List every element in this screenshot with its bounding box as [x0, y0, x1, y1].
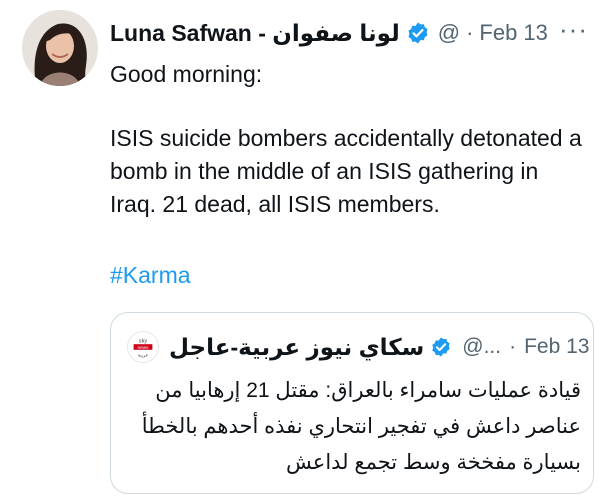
- tweet-greeting: Good morning:: [110, 61, 263, 87]
- quoted-tweet-text: قيادة عمليات سامراء بالعراق: مقتل 21 إره…: [123, 373, 581, 481]
- quoted-tweet-header: sky news عربية سكاي نيوز عربية-عاجل @...…: [127, 327, 590, 367]
- quoted-text-line: قيادة عمليات سامراء بالعراق: مقتل 21 إره…: [155, 379, 581, 402]
- quoted-author-handle[interactable]: @...: [462, 335, 501, 359]
- author-avatar[interactable]: [22, 10, 98, 86]
- more-options-icon[interactable]: ···: [559, 14, 588, 45]
- quoted-header-separator: ·: [509, 335, 517, 358]
- tweet-body: ISIS suicide bombers accidentally detona…: [110, 125, 582, 217]
- author-handle[interactable]: @: [438, 20, 460, 46]
- tweet-date[interactable]: Feb 13: [479, 20, 548, 46]
- quoted-tweet-date[interactable]: Feb 13: [524, 335, 589, 359]
- quoted-author-avatar[interactable]: sky news عربية: [127, 331, 159, 363]
- quoted-text-line: بسيارة مفخخة وسط تجمع لداعش: [286, 451, 581, 474]
- quoted-text-line: عناصر داعش في تفجير انتحاري نفذه أحدهم ب…: [141, 415, 581, 438]
- verified-badge-icon: [406, 21, 430, 45]
- quoted-author-name[interactable]: سكاي نيوز عربية-عاجل: [169, 334, 424, 361]
- svg-text:عربية: عربية: [138, 353, 149, 358]
- hashtag-link[interactable]: #Karma: [110, 262, 191, 289]
- header-separator: ·: [466, 20, 474, 45]
- quoted-tweet[interactable]: sky news عربية سكاي نيوز عربية-عاجل @...…: [110, 312, 594, 494]
- sky-news-logo-icon: sky news عربية: [128, 332, 158, 362]
- svg-text:sky: sky: [139, 338, 148, 344]
- tweet-header: Luna Safwan - لونا صفوان @ · Feb 13 ···: [110, 14, 590, 50]
- svg-text:news: news: [138, 345, 150, 350]
- author-avatar-image: [22, 10, 98, 86]
- quoted-verified-badge-icon: [430, 336, 452, 358]
- tweet[interactable]: Luna Safwan - لونا صفوان @ · Feb 13 ··· …: [0, 0, 600, 501]
- author-name[interactable]: Luna Safwan - لونا صفوان: [110, 20, 400, 47]
